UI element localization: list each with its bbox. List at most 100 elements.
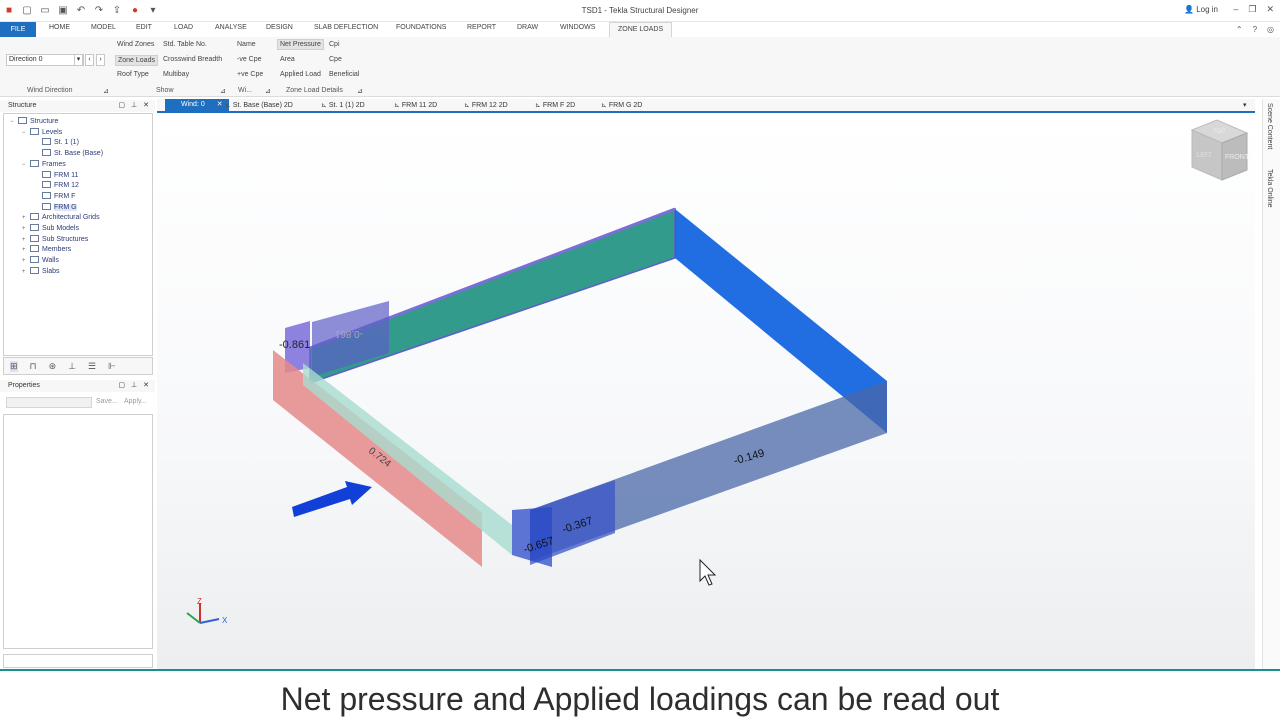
view-tab-wind-0[interactable]: Wind: 0 ✕ (165, 99, 229, 111)
direction-next-icon[interactable]: › (96, 54, 105, 66)
tree-node[interactable]: + Sub Models (22, 224, 79, 234)
tree-expander-icon[interactable]: + (22, 256, 30, 266)
list-icon[interactable]: ☰ (88, 361, 96, 372)
view-tab-st-base-2d[interactable]: ⊾ St. Base (Base) 2D (225, 101, 293, 109)
show-launcher-icon[interactable]: ⊿ (220, 87, 226, 95)
properties-apply-button[interactable]: Apply... (124, 398, 147, 405)
tree-node[interactable]: St. 1 (1) (34, 138, 79, 148)
view-tab-st-1-2d[interactable]: ⊾ St. 1 (1) 2D (321, 101, 365, 109)
wind-zones-button[interactable]: Wind Zones (117, 41, 154, 48)
std-table-no-button[interactable]: Std. Table No. (163, 41, 207, 48)
tree-node[interactable]: + Slabs (22, 266, 60, 277)
applied-load-button[interactable]: Applied Load (280, 71, 321, 78)
restore-icon[interactable]: ❐ (1248, 4, 1256, 15)
tree-expander-icon[interactable]: − (22, 160, 30, 170)
panel-pin-icon[interactable]: ⊥ (131, 100, 137, 112)
tree-node[interactable]: FRM 12 (34, 181, 79, 191)
view-tab-frm-g-2d[interactable]: ⊾ FRM G 2D (601, 101, 642, 109)
groups-icon[interactable]: ⊛ (49, 361, 57, 372)
tree-node[interactable]: FRM G (34, 202, 77, 213)
area-button[interactable]: Area (280, 56, 295, 63)
zone-loads-button[interactable]: Zone Loads (115, 55, 158, 66)
tab-file[interactable]: FILE (0, 22, 36, 37)
tree-expander-icon[interactable]: − (22, 128, 30, 138)
axis-triad-icon: Z X (186, 597, 228, 625)
tree-node-label: St. Base (Base) (54, 150, 104, 158)
tree-expander-icon[interactable]: + (22, 267, 30, 277)
multibay-button[interactable]: Multibay (163, 71, 189, 78)
name-button[interactable]: Name (237, 41, 256, 48)
close-icon[interactable]: ✕ (1266, 4, 1274, 15)
tree-expander-icon[interactable]: + (22, 235, 30, 245)
neg-cpe-button[interactable]: -ve Cpe (237, 56, 262, 63)
view-tab-frm-11-2d[interactable]: ⊾ FRM 11 2D (394, 101, 437, 109)
filter-icon[interactable]: ⊩ (108, 361, 116, 372)
crosswind-breadth-button[interactable]: Crosswind Breadth (163, 56, 222, 63)
tree-expander-icon[interactable]: + (22, 213, 30, 223)
wind-direction-launcher-icon[interactable]: ⊿ (103, 87, 109, 95)
help-icon[interactable]: ? (1253, 25, 1257, 34)
direction-select[interactable]: Direction 0 (6, 54, 84, 66)
tree-node[interactable]: + Architectural Grids (22, 213, 100, 223)
loads-icon[interactable]: ⊥ (68, 361, 76, 372)
lock-icon[interactable]: ⊓ (30, 361, 37, 372)
panel-close-icon[interactable]: ✕ (143, 100, 149, 112)
properties-close-icon[interactable]: ✕ (143, 380, 149, 392)
tab-windows[interactable]: WINDOWS (560, 24, 595, 31)
properties-pin-icon[interactable]: ⊥ (131, 380, 137, 392)
side-tab-tekla-online[interactable]: Tekla Online (1266, 169, 1273, 208)
side-tab-scene-content[interactable]: Scene Content (1266, 103, 1273, 149)
properties-set-select[interactable] (6, 397, 92, 408)
tree-node[interactable]: + Sub Structures (22, 234, 88, 245)
tab-slab-deflection[interactable]: SLAB DEFLECTION (314, 24, 378, 31)
tree-expander-icon[interactable]: − (10, 117, 18, 127)
tree-node[interactable]: − Levels (22, 127, 62, 138)
view-tab-close-icon[interactable]: ✕ (217, 101, 223, 108)
tab-design[interactable]: DESIGN (266, 24, 293, 31)
view-tab-frm-f-2d[interactable]: ⊾ FRM F 2D (535, 101, 575, 109)
tree-node[interactable]: FRM 11 (34, 170, 78, 181)
direction-prev-icon[interactable]: ‹ (85, 54, 94, 66)
tree-expander-icon[interactable]: + (22, 224, 30, 234)
tree-expander-icon[interactable]: + (22, 245, 30, 255)
tab-zone-loads[interactable]: ZONE LOADS (609, 22, 673, 37)
tab-draw[interactable]: DRAW (517, 24, 538, 31)
tree-node-icon (42, 181, 51, 189)
tab-foundations[interactable]: FOUNDATIONS (396, 24, 446, 31)
direction-dropdown-icon[interactable]: ▾ (74, 54, 83, 66)
tab-load[interactable]: LOAD (174, 24, 193, 31)
tab-home[interactable]: HOME (49, 24, 70, 31)
tab-model[interactable]: MODEL (91, 24, 116, 31)
net-pressure-button[interactable]: Net Pressure (277, 39, 324, 50)
tab-report[interactable]: REPORT (467, 24, 496, 31)
zone-load-details-launcher-icon[interactable]: ⊿ (357, 87, 363, 95)
view-tab-frm-12-2d[interactable]: ⊾ FRM 12 2D (464, 101, 508, 109)
roof-type-button[interactable]: Roof Type (117, 71, 149, 78)
login-link[interactable]: 👤 Log in (1184, 5, 1218, 14)
structure-view-icon[interactable]: ⊞ (10, 360, 18, 372)
tree-node[interactable]: FRM F (34, 191, 75, 202)
tree-node[interactable]: + Walls (22, 256, 59, 266)
minimize-icon[interactable]: – (1233, 4, 1238, 15)
beneficial-button[interactable]: Beneficial (329, 71, 359, 78)
cpe-button[interactable]: Cpe (329, 56, 342, 63)
globe-icon[interactable]: ◎ (1267, 25, 1274, 34)
tab-analyse[interactable]: ANALYSE (215, 24, 247, 31)
view-cube[interactable]: TOP FRONT LEFT (1190, 119, 1250, 181)
pos-cpe-button[interactable]: +ve Cpe (237, 71, 263, 78)
wi-launcher-icon[interactable]: ⊿ (265, 87, 271, 95)
zone-left-wall-teal[interactable] (303, 363, 512, 555)
view-tabs-menu-icon[interactable]: ▾ (1243, 101, 1247, 109)
cpi-button[interactable]: Cpi (329, 41, 340, 48)
tree-node[interactable]: + Members (22, 245, 71, 255)
properties-save-button[interactable]: Save... (96, 398, 118, 405)
3d-viewport[interactable]: -0.861 -0.861 0.724 -0.367 -0.657 -0.149… (157, 115, 1255, 669)
tree-node-icon (30, 127, 39, 135)
properties-float-icon[interactable]: ▢ (118, 380, 125, 392)
tree-node[interactable]: St. Base (Base) (34, 149, 103, 159)
panel-float-icon[interactable]: ▢ (118, 100, 125, 112)
collapse-ribbon-icon[interactable]: ⌃ (1236, 25, 1243, 34)
tab-edit[interactable]: EDIT (136, 24, 152, 31)
tree-node[interactable]: − Frames (22, 159, 66, 170)
tree-node[interactable]: − Structure (10, 117, 58, 127)
